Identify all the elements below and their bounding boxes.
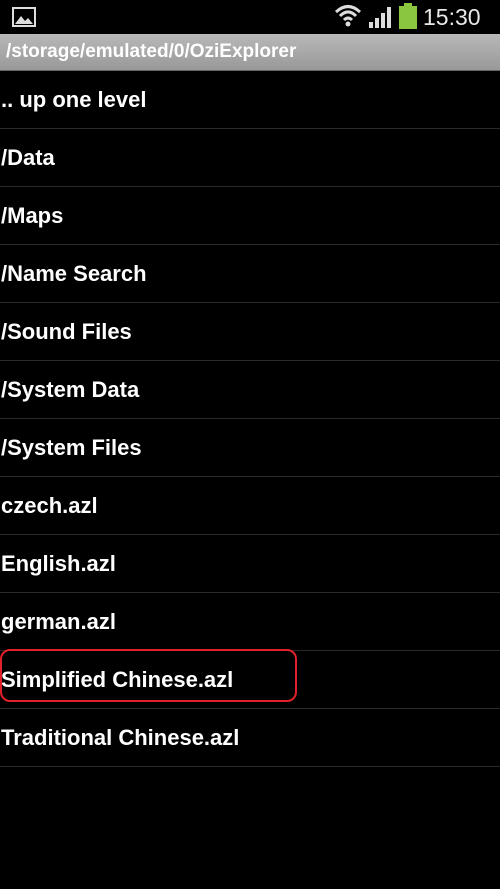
list-item-label: /System Data [1, 377, 140, 402]
current-path: /storage/emulated/0/OziExplorer [6, 41, 297, 62]
list-item-traditional-chinese-azl[interactable]: Traditional Chinese.azl [0, 709, 500, 767]
path-bar: /storage/emulated/0/OziExplorer [0, 34, 500, 71]
list-item-name-search-folder[interactable]: /Name Search [0, 245, 500, 303]
list-item-system-data-folder[interactable]: /System Data [0, 361, 500, 419]
battery-icon [399, 3, 417, 29]
status-time: 15:30 [423, 4, 481, 30]
list-item-system-files-folder[interactable]: /System Files [0, 419, 500, 477]
list-item-label: /Data [1, 145, 55, 170]
signal-icon [369, 7, 391, 28]
list-item-label: Traditional Chinese.azl [1, 725, 240, 750]
list-item-data-folder[interactable]: /Data [0, 129, 500, 187]
list-item-label: .. up one level [1, 87, 147, 112]
wifi-icon [334, 5, 362, 27]
list-item-label: English.azl [1, 551, 116, 576]
list-item-up-one-level[interactable]: .. up one level [0, 71, 500, 129]
list-item-label: czech.azl [1, 493, 98, 518]
status-bar: 15:30 [0, 0, 500, 34]
list-item-label: /Sound Files [1, 319, 132, 344]
list-item-czech-azl[interactable]: czech.azl [0, 477, 500, 535]
list-item-sound-files-folder[interactable]: /Sound Files [0, 303, 500, 361]
highlight-box [0, 649, 297, 702]
list-item-label: /System Files [1, 435, 142, 460]
list-item-label: german.azl [1, 609, 116, 634]
list-item-label: /Maps [1, 203, 64, 228]
gallery-icon [12, 7, 36, 27]
list-item-german-azl[interactable]: german.azl [0, 593, 500, 651]
list-item-english-azl[interactable]: English.azl [0, 535, 500, 593]
list-item-label: /Name Search [1, 261, 147, 286]
list-item-maps-folder[interactable]: /Maps [0, 187, 500, 245]
